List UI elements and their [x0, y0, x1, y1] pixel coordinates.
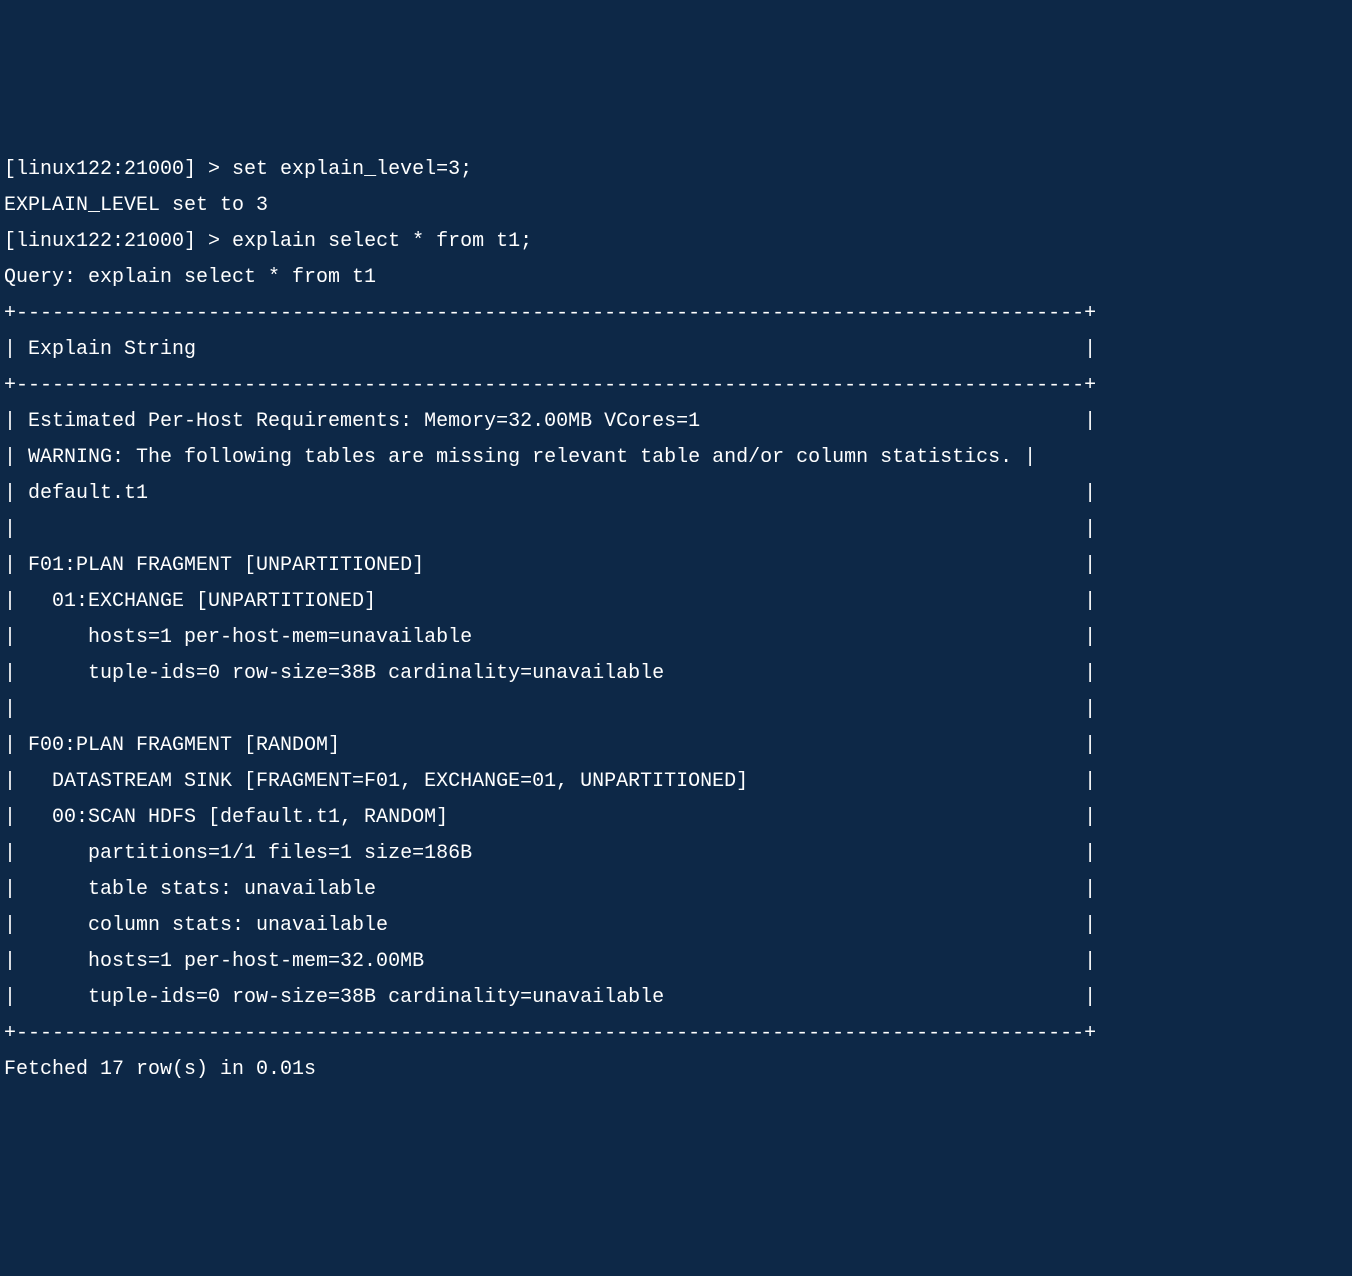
- table-border-top: +---------------------------------------…: [4, 302, 1096, 325]
- explain-row-tuple: | tuple-ids=0 row-size=38B cardinality=u…: [4, 662, 1096, 685]
- explain-row-blank: | |: [4, 698, 1096, 721]
- table-border-bottom: +---------------------------------------…: [4, 1022, 1096, 1045]
- explain-row-exchange: | 01:EXCHANGE [UNPARTITIONED] |: [4, 590, 1096, 613]
- explain-row-scan-hdfs: | 00:SCAN HDFS [default.t1, RANDOM] |: [4, 806, 1096, 829]
- explain-row-hosts: | hosts=1 per-host-mem=unavailable |: [4, 626, 1096, 649]
- explain-row-column-stats: | column stats: unavailable |: [4, 914, 1096, 937]
- table-header: | Explain String |: [4, 338, 1096, 361]
- fetch-summary: Fetched 17 row(s) in 0.01s: [4, 1058, 316, 1081]
- query-echo: Query: explain select * from t1: [4, 266, 376, 289]
- command-input: set explain_level=3;: [232, 158, 472, 181]
- explain-row-blank: | |: [4, 518, 1096, 541]
- command-response: EXPLAIN_LEVEL set to 3: [4, 194, 268, 217]
- table-border-mid: +---------------------------------------…: [4, 374, 1096, 397]
- explain-row-tuple-final: | tuple-ids=0 row-size=38B cardinality=u…: [4, 986, 1096, 1009]
- explain-row-datastream: | DATASTREAM SINK [FRAGMENT=F01, EXCHANG…: [4, 770, 1096, 793]
- explain-row-warning: | WARNING: The following tables are miss…: [4, 446, 1036, 469]
- explain-row-fragment-f01: | F01:PLAN FRAGMENT [UNPARTITIONED] |: [4, 554, 1096, 577]
- explain-row-hosts-mem: | hosts=1 per-host-mem=32.00MB |: [4, 950, 1096, 973]
- explain-row-fragment-f00: | F00:PLAN FRAGMENT [RANDOM] |: [4, 734, 1096, 757]
- explain-row-partitions: | partitions=1/1 files=1 size=186B |: [4, 842, 1096, 865]
- command-input: explain select * from t1;: [232, 230, 532, 253]
- explain-row-table-stats: | table stats: unavailable |: [4, 878, 1096, 901]
- terminal-window[interactable]: [linux122:21000] > set explain_level=3; …: [4, 152, 1348, 1088]
- explain-row-table: | default.t1 |: [4, 482, 1096, 505]
- shell-prompt: [linux122:21000] >: [4, 230, 232, 253]
- shell-prompt: [linux122:21000] >: [4, 158, 232, 181]
- explain-row-requirements: | Estimated Per-Host Requirements: Memor…: [4, 410, 1096, 433]
